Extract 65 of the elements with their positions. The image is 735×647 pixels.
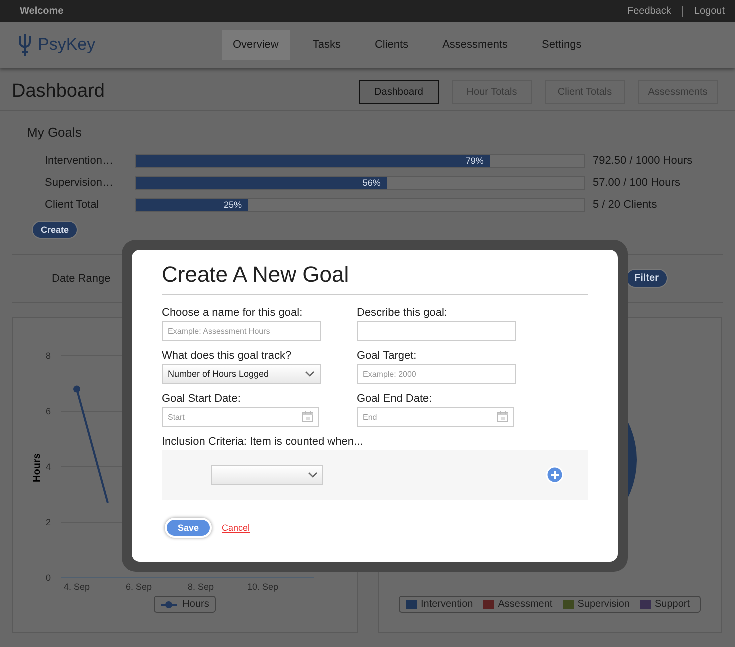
text-field[interactable]: Example: 2000 [357,364,516,384]
logo-icon [18,33,32,57]
goal-reading: 792.50 / 1000 Hours [593,155,693,167]
nav-tab[interactable]: Tasks [302,30,352,60]
field-label: Goal Start Date: [162,393,242,405]
date-field[interactable]: Start [162,407,319,427]
header-link[interactable]: Logout [694,6,725,16]
goal-name: Client Total [45,199,100,211]
filter-button[interactable]: Filter [626,269,668,288]
save-button[interactable]: Save [165,518,212,538]
dropdown[interactable]: Number of Hours Logged [162,364,321,384]
axis-title: Hours [32,454,43,482]
goal-reading: 5 / 20 Clients [593,199,658,211]
axis-tick-label: 2 [46,518,51,528]
field-label: Goal End Date: [357,393,434,405]
calendar-icon[interactable] [497,411,509,423]
field-label: Choose a name for this goal: [162,307,304,319]
axis-tick-label: 4 [46,462,51,472]
legend-label[interactable]: Assessment [498,599,553,610]
axis-tick-label: 6 [46,406,51,416]
nav-tab[interactable]: Clients [364,30,420,60]
section-title: My Goals [27,125,83,140]
legend-label[interactable]: Supervision [578,599,630,610]
add-icon[interactable] [546,466,564,484]
view-tab[interactable]: Dashboard [359,80,439,104]
text-field[interactable] [357,321,516,341]
dropdown[interactable] [211,465,323,485]
create-button[interactable]: Create [32,221,78,239]
goal-name: Supervision… [45,177,114,189]
date-field[interactable]: End [357,407,514,427]
progress-fill: 56% [136,177,387,189]
chevron-down-icon [308,472,318,478]
field-label: Describe this goal: [357,307,448,319]
goal-reading: 57.00 / 100 Hours [593,177,680,189]
brand-name: PsyKey [38,35,96,55]
legend-label[interactable]: Intervention [420,599,474,610]
cancel-link[interactable]: Cancel [222,523,250,533]
modal-title: Create A New Goal [162,262,588,295]
data-point [74,386,80,393]
progress-fill: 25% [136,199,248,211]
field-label: Goal Target: [357,350,418,362]
welcome-label: Welcome [20,6,64,16]
axis-tick-label: 8 [46,351,51,361]
header-link[interactable]: Feedback [627,6,672,16]
legend-label: Hours [182,599,210,610]
chart-legend[interactable]: Hours [154,596,216,613]
legend-label[interactable]: Support [654,599,690,610]
axis-tick-label: 6. Sep [126,582,152,592]
axis-tick-label: 8. Sep [188,582,214,592]
nav-tab[interactable]: Overview [222,30,290,60]
nav-tab[interactable]: Settings [531,30,593,60]
page-title: Dashboard [12,81,106,103]
axis-tick-label: 10. Sep [247,582,279,592]
axis-tick-label: 4. Sep [64,582,90,592]
chevron-down-icon [305,371,315,377]
date-range-label: Date Range [52,272,111,284]
axis-tick-label: 0 [46,573,51,583]
field-label: What does this goal track? [162,350,293,362]
legend-marker-icon [160,600,177,608]
nav-tab[interactable]: Assessments [432,30,520,60]
calendar-icon[interactable] [302,411,314,423]
text-field[interactable]: Example: Assessment Hours [162,321,321,341]
progress-fill: 79% [136,155,490,167]
goal-name: Intervention… [45,155,114,167]
field-label: Inclusion Criteria: Item is counted when... [162,436,364,448]
